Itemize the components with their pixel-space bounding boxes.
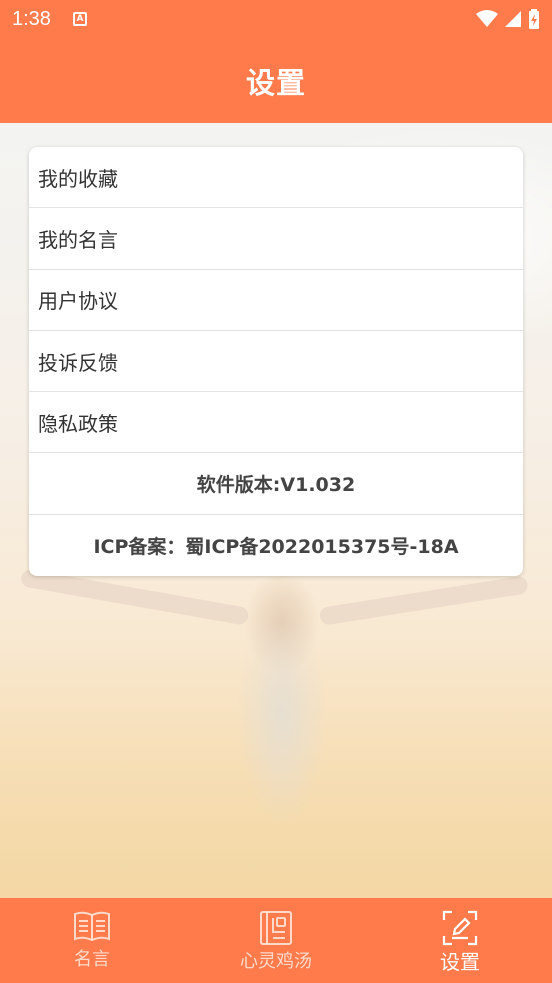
icp-record[interactable]: ICP备案：蜀ICP备2022015375号-18A bbox=[29, 515, 523, 576]
nav-item-settings[interactable]: 设置 bbox=[368, 898, 552, 983]
background-arm-left bbox=[19, 568, 250, 626]
wifi-icon bbox=[476, 10, 498, 27]
software-version: 软件版本:V1.032 bbox=[29, 453, 523, 515]
notification-a-icon: A bbox=[72, 12, 87, 26]
bottom-nav: 名言 心灵鸡汤 设置 bbox=[0, 898, 552, 983]
status-time: 1:38 bbox=[12, 7, 51, 30]
background-figure bbox=[222, 593, 342, 893]
nav-label: 设置 bbox=[440, 950, 480, 974]
settings-item-user-agreement[interactable]: 用户协议 bbox=[29, 270, 523, 331]
notebook-icon bbox=[260, 911, 292, 945]
edit-icon bbox=[442, 910, 478, 946]
nav-item-soul-soup[interactable]: 心灵鸡汤 bbox=[184, 898, 368, 983]
settings-item-label: 隐私政策 bbox=[38, 411, 118, 436]
settings-item-label: 我的收藏 bbox=[38, 166, 118, 191]
nav-label: 名言 bbox=[74, 949, 110, 970]
battery-icon bbox=[529, 9, 539, 29]
book-icon bbox=[74, 911, 110, 942]
icp-record-text: ICP备案：蜀ICP备2022015375号-18A bbox=[93, 535, 459, 558]
signal-icon bbox=[505, 11, 521, 27]
nav-label: 心灵鸡汤 bbox=[240, 951, 312, 972]
settings-item-favorites[interactable]: 我的收藏 bbox=[29, 147, 523, 209]
background-arm-right bbox=[318, 575, 529, 626]
status-bar: 1:38 A bbox=[0, 0, 552, 38]
settings-item-label: 用户协议 bbox=[38, 289, 118, 314]
settings-card: 我的收藏 我的名言 用户协议 投诉反馈 隐私政策 软件版本:V1.032 ICP… bbox=[29, 147, 523, 576]
status-icons bbox=[476, 9, 540, 29]
settings-item-feedback[interactable]: 投诉反馈 bbox=[29, 331, 523, 393]
software-version-text: 软件版本:V1.032 bbox=[196, 474, 356, 497]
settings-item-label: 投诉反馈 bbox=[38, 350, 118, 375]
nav-item-quotes[interactable]: 名言 bbox=[0, 898, 184, 983]
settings-item-my-quotes[interactable]: 我的名言 bbox=[29, 208, 523, 270]
page-title: 设置 bbox=[245, 65, 306, 100]
app-header: 设置 bbox=[0, 38, 552, 123]
settings-item-label: 我的名言 bbox=[38, 227, 118, 252]
settings-item-privacy-policy[interactable]: 隐私政策 bbox=[29, 392, 523, 454]
